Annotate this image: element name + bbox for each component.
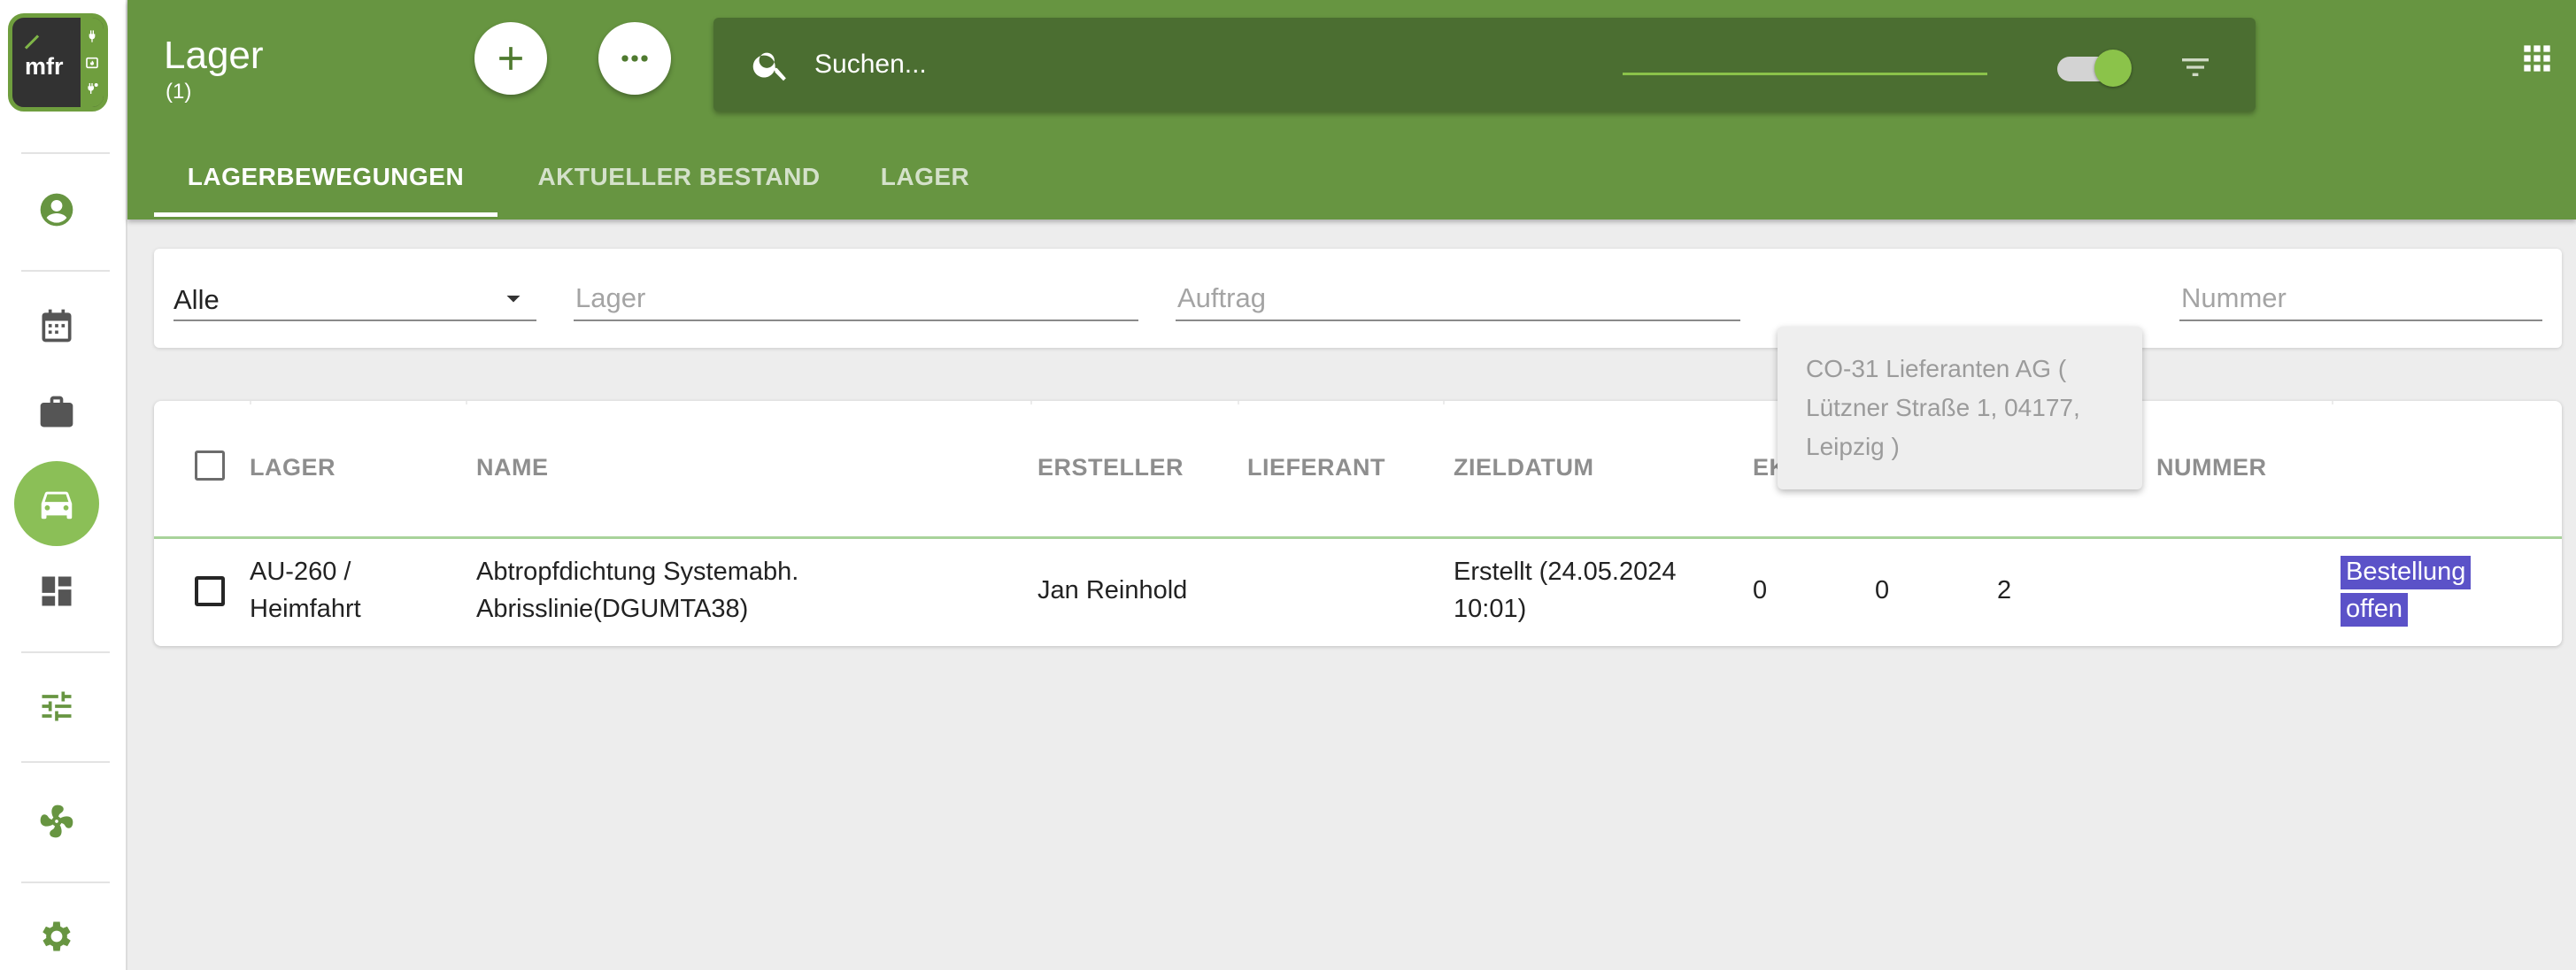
status-badge: Bestellung offen xyxy=(2341,553,2491,627)
lieferant-filter xyxy=(1778,268,2140,321)
row-checkbox[interactable] xyxy=(195,576,225,606)
search-bar xyxy=(713,18,2256,112)
tab-lagerbewegungen[interactable]: LAGERBEWEGUNGEN xyxy=(154,156,497,219)
nummer-filter xyxy=(2179,268,2542,321)
rail-divider xyxy=(21,761,110,763)
plus-icon xyxy=(499,47,522,70)
page-title: Lager xyxy=(164,34,264,77)
tab-aktueller-bestand[interactable]: AKTUELLER BESTAND xyxy=(528,156,830,219)
column-separator xyxy=(466,401,467,404)
search-toggle-knob[interactable] xyxy=(2094,50,2132,87)
column-header-name[interactable]: NAME xyxy=(476,454,549,481)
tune-icon xyxy=(42,691,72,721)
item-count: (1) xyxy=(166,80,192,104)
type-select[interactable]: Alle xyxy=(174,268,536,321)
lieferant-focus-underline xyxy=(1623,73,1987,75)
cell-quantity-b: 0 xyxy=(1875,576,1890,604)
column-separator xyxy=(250,401,251,404)
cell-ek: 0 xyxy=(1753,576,1768,604)
cell-quantity-c: 2 xyxy=(1997,576,2012,604)
column-header-ersteller[interactable]: ERSTELLER xyxy=(1037,454,1184,481)
column-separator xyxy=(1443,401,1445,404)
cell-name: Abtropfdichtung Systemabh. Abrisslinie(D… xyxy=(476,558,799,623)
account-circle-icon xyxy=(40,193,73,227)
column-header-zieldatum[interactable]: ZIELDATUM xyxy=(1454,454,1593,481)
nummer-input[interactable] xyxy=(2179,281,2542,316)
mfr-logo[interactable]: mfr xyxy=(8,13,108,112)
briefcase-icon xyxy=(40,396,73,427)
fan-icon xyxy=(40,804,73,838)
stock-movements-table: LAGER NAME ERSTELLER LIEFERANT ZIELDATUM… xyxy=(154,401,2562,646)
logo-text: mfr xyxy=(25,53,64,80)
sidebar-item-ventilation[interactable] xyxy=(34,798,80,844)
autocomplete-option[interactable]: CO-31 Lieferanten AG ( Lützner Straße 1,… xyxy=(1806,350,2125,466)
rail-divider xyxy=(21,881,110,883)
app-bar: Lager (1) LAGERBEWEGUNGEN AKTUELLER BEST… xyxy=(127,0,2576,219)
logo-icon-strip xyxy=(81,18,104,107)
apps-grid-icon[interactable] xyxy=(2518,39,2557,78)
leaf-plug-icon xyxy=(88,82,98,94)
sidebar-item-jobs[interactable] xyxy=(34,389,80,435)
calendar-icon xyxy=(42,309,72,343)
status-badge-text: Bestellung offen xyxy=(2341,556,2472,627)
rail-divider xyxy=(21,270,110,272)
cell-zieldatum: Erstellt (24.05.2024 10:01) xyxy=(1454,558,1677,623)
sidebar-item-settings[interactable] xyxy=(34,913,80,959)
search-icon xyxy=(752,52,786,81)
column-separator xyxy=(1030,401,1032,404)
more-button[interactable] xyxy=(598,22,671,95)
add-button[interactable] xyxy=(474,22,547,95)
sidebar-item-account[interactable] xyxy=(34,187,80,233)
cell-ersteller: Jan Reinhold xyxy=(1037,576,1188,604)
table-header: LAGER NAME ERSTELLER LIEFERANT ZIELDATUM… xyxy=(154,401,2562,539)
column-header-lager[interactable]: LAGER xyxy=(250,454,335,481)
gear-icon xyxy=(42,921,71,951)
lieferant-input[interactable] xyxy=(1778,281,2140,316)
filter-bar: Alle xyxy=(154,249,2562,348)
column-separator xyxy=(2332,401,2333,404)
navigation-rail: mfr xyxy=(0,0,127,970)
sidebar-item-dashboard[interactable] xyxy=(34,568,80,614)
type-select-value: Alle xyxy=(174,284,220,315)
rail-divider xyxy=(21,651,110,653)
column-separator xyxy=(1238,401,1239,404)
lager-filter xyxy=(574,268,1138,321)
logo-accent xyxy=(24,35,40,50)
select-all-checkbox[interactable] xyxy=(195,450,225,481)
car-icon xyxy=(41,491,73,520)
column-header-nummer[interactable]: NUMMER xyxy=(2156,454,2267,481)
filter-icon[interactable] xyxy=(2178,50,2213,85)
dropdown-arrow-icon xyxy=(506,296,521,303)
auftrag-filter xyxy=(1176,268,1740,321)
more-horizontal-icon xyxy=(621,55,648,62)
search-input[interactable] xyxy=(813,41,1875,89)
active-tab-indicator xyxy=(154,212,497,217)
fire-icon xyxy=(86,57,98,68)
sidebar-item-calendar[interactable] xyxy=(34,303,80,349)
dashboard-icon xyxy=(42,576,72,606)
auftrag-input[interactable] xyxy=(1176,281,1740,316)
column-header-lieferant[interactable]: LIEFERANT xyxy=(1247,454,1385,481)
plug-icon xyxy=(89,30,96,42)
lieferant-autocomplete-menu: CO-31 Lieferanten AG ( Lützner Straße 1,… xyxy=(1778,327,2142,489)
sidebar-item-settings-tune[interactable] xyxy=(34,683,80,729)
lager-input[interactable] xyxy=(574,281,1138,316)
cell-lager: AU-260 / Heimfahrt xyxy=(250,558,361,623)
sidebar-item-vehicles[interactable] xyxy=(14,461,99,546)
rail-divider xyxy=(21,152,110,154)
tab-lager[interactable]: LAGER xyxy=(862,156,988,219)
